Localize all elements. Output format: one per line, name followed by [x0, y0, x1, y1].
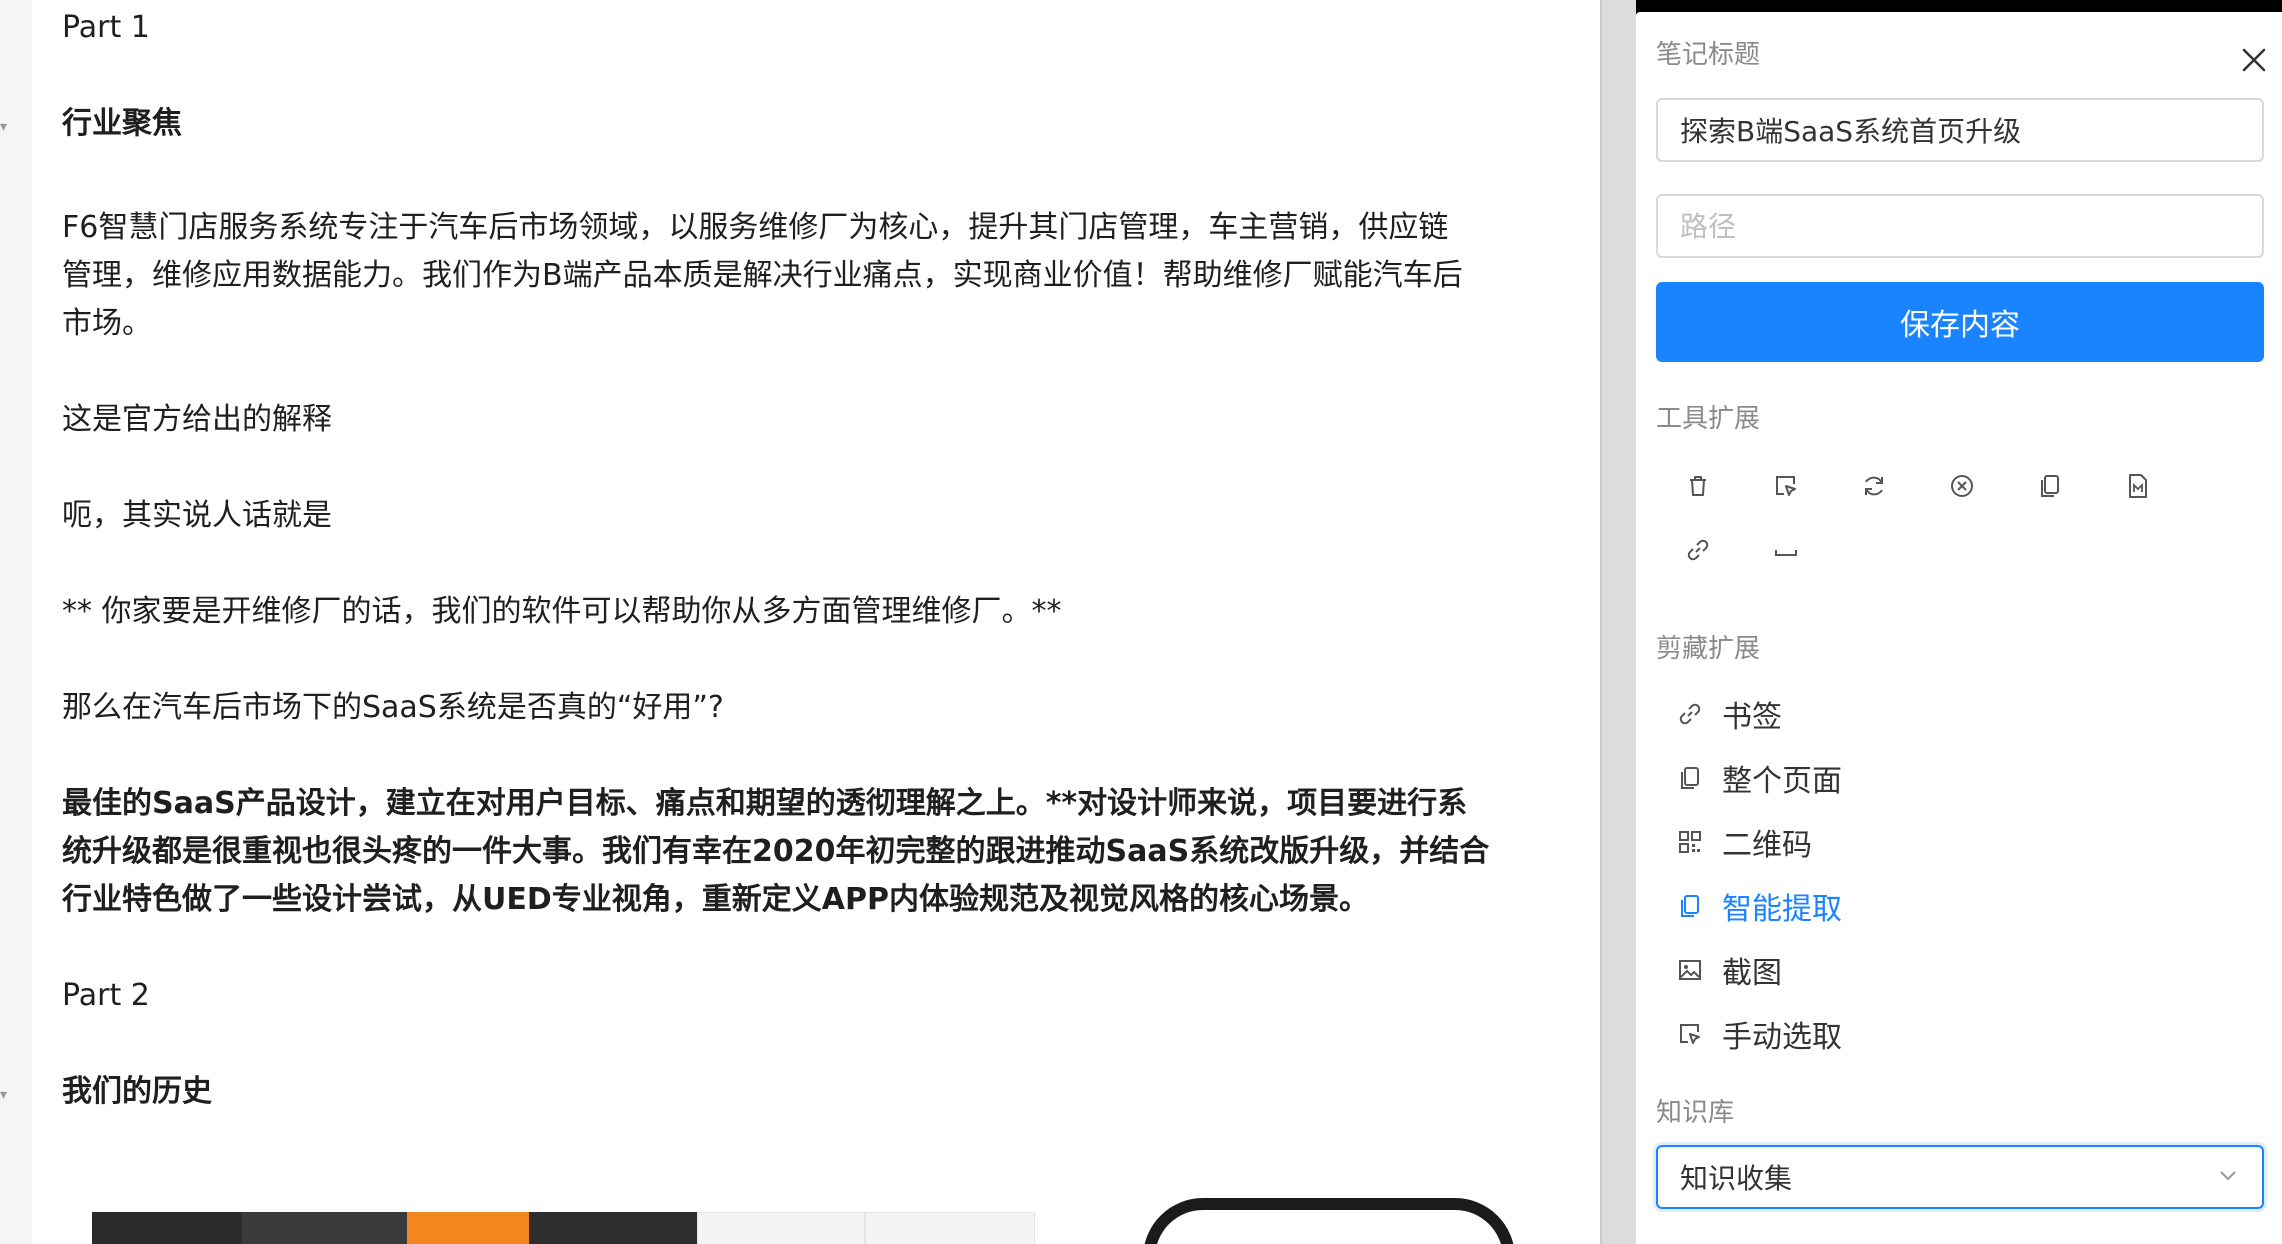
refresh-icon[interactable] [1854, 466, 1894, 506]
path-input[interactable] [1656, 194, 2264, 258]
image-strip [529, 1212, 697, 1244]
space-icon[interactable] [1766, 530, 1806, 570]
section-label: Part 1 [62, 10, 150, 45]
editor-gutter: ▾ ▾ [0, 0, 32, 1244]
close-icon[interactable] [2234, 40, 2274, 80]
clip-bookmark[interactable]: 书签 [1676, 690, 1782, 738]
image-strip [242, 1212, 407, 1244]
clip-section-label: 剪藏扩展 [1656, 634, 1761, 664]
fold-arrow-icon[interactable]: ▾ [0, 1088, 14, 1102]
image-strip [697, 1212, 865, 1244]
paragraph: ** 你家要是开维修厂的话，我们的软件可以帮助你从多方面管理维修厂。** [62, 594, 1062, 629]
paragraph-line: 管理，维修应用数据能力。我们作为B端产品本质是解决行业痛点，实现商业价值！帮助维… [62, 258, 1463, 293]
trash-icon[interactable] [1678, 466, 1718, 506]
tools-section-label: 工具扩展 [1656, 404, 1761, 434]
clip-item-label: 截图 [1722, 956, 1782, 991]
image-strip [865, 1212, 1035, 1244]
select-area-icon[interactable] [1766, 466, 1806, 506]
paragraph-line: 市场。 [62, 306, 152, 341]
clip-item-label: 手动选取 [1722, 1020, 1842, 1055]
paragraph-line: 行业特色做了一些设计尝试，从UED专业视角，重新定义APP内体验规范及视觉风格的… [62, 882, 1369, 917]
paragraph-line: 统升级都是很重视也很头疼的一件大事。我们有幸在2020年初完整的跟进推动SaaS… [62, 834, 1490, 869]
paragraph: 那么在汽车后市场下的SaaS系统是否真的“好用”? [62, 690, 724, 725]
knowledge-base-select[interactable]: 知识收集 [1656, 1145, 2264, 1209]
chevron-down-icon [2216, 1161, 2240, 1194]
copy-icon [1676, 764, 1704, 792]
note-title-label: 笔记标题 [1656, 40, 1761, 70]
image-icon [1676, 956, 1704, 984]
clipper-panel: 笔记标题 保存内容 工具扩展 [1636, 0, 2282, 1244]
clip-item-label: 书签 [1722, 700, 1782, 735]
clip-manual-select[interactable]: 手动选取 [1676, 1010, 1842, 1058]
clip-full-page[interactable]: 整个页面 [1676, 754, 1842, 802]
copy-icon[interactable] [2030, 466, 2070, 506]
select-area-icon [1676, 1020, 1704, 1048]
clip-screenshot[interactable]: 截图 [1676, 946, 1782, 994]
link-icon[interactable] [1678, 530, 1718, 570]
kb-section-label: 知识库 [1656, 1098, 1735, 1128]
paragraph-line: 最佳的SaaS产品设计，建立在对用户目标、痛点和期望的透彻理解之上。**对设计师… [62, 786, 1468, 821]
panel-divider[interactable] [1600, 0, 1636, 1244]
link-icon [1676, 700, 1704, 728]
phone-mockup [1143, 1198, 1515, 1244]
clip-smart-extract[interactable]: 智能提取 [1676, 882, 1842, 930]
clip-item-label: 智能提取 [1722, 892, 1842, 927]
clip-item-label: 整个页面 [1722, 764, 1842, 799]
fold-arrow-icon[interactable]: ▾ [0, 120, 14, 134]
copy-icon [1676, 892, 1704, 920]
document-area: ▾ ▾ Part 1 行业聚焦 F6智慧门店服务系统专注于汽车后市场领域，以服务… [0, 0, 1600, 1244]
clear-icon[interactable] [1942, 466, 1982, 506]
note-title-input[interactable] [1656, 98, 2264, 162]
image-strip [407, 1212, 529, 1244]
clipper-panel-body: 笔记标题 保存内容 工具扩展 [1636, 12, 2282, 1244]
qrcode-icon [1676, 828, 1704, 856]
paragraph: 呃，其实说人话就是 [62, 498, 332, 533]
section-label: Part 2 [62, 978, 150, 1013]
section-heading: 我们的历史 [62, 1074, 212, 1109]
paragraph-line: F6智慧门店服务系统专注于汽车后市场领域，以服务维修厂为核心，提升其门店管理，车… [62, 210, 1449, 245]
save-content-button[interactable]: 保存内容 [1656, 282, 2264, 362]
clip-item-label: 二维码 [1722, 828, 1812, 863]
section-heading: 行业聚焦 [62, 106, 182, 141]
clip-qrcode[interactable]: 二维码 [1676, 818, 1812, 866]
kb-selected-value: 知识收集 [1680, 1162, 1793, 1195]
paragraph: 这是官方给出的解释 [62, 402, 332, 437]
image-strip [92, 1212, 242, 1244]
markdown-icon[interactable] [2118, 466, 2158, 506]
